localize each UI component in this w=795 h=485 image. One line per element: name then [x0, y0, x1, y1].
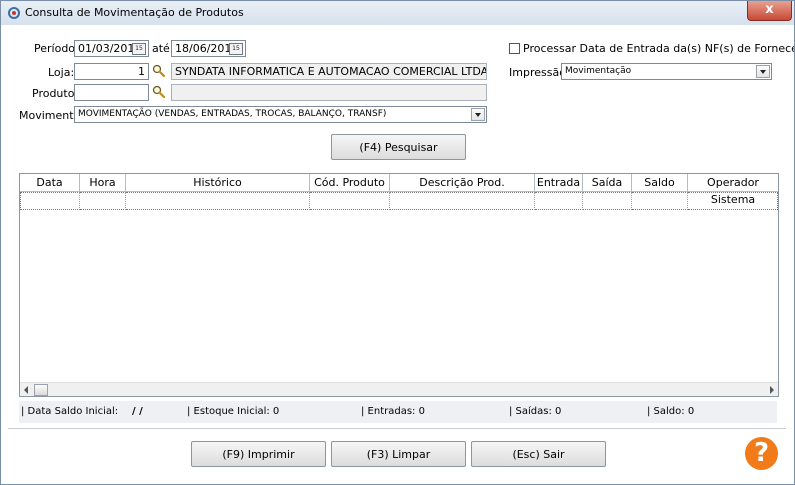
column-header[interactable]: Saída [583, 174, 632, 191]
search-icon[interactable] [152, 64, 166, 78]
imprimir-button[interactable]: (F9) Imprimir [191, 441, 326, 467]
window-title: Consulta de Movimentação de Produtos [25, 6, 244, 19]
table-row[interactable] [20, 192, 778, 210]
table-cell[interactable] [390, 192, 535, 210]
totals-bar: | Data Saldo Inicial: / / | Estoque Inic… [19, 401, 777, 423]
saldo-total: | Saldo: 0 [647, 406, 695, 417]
column-header[interactable]: Descrição Prod. [390, 174, 535, 191]
horizontal-scrollbar[interactable] [20, 382, 778, 396]
app-icon [8, 7, 20, 19]
ate-label: até [152, 42, 170, 55]
calendar-icon[interactable]: 15 [229, 43, 243, 55]
loja-name-field: SYNDATA INFORMATICA E AUTOMACAO COMERCIA… [171, 63, 487, 80]
main-window: Consulta de Movimentação de Produtos x P… [0, 0, 795, 485]
table-cell[interactable] [20, 192, 80, 210]
table-cell[interactable] [310, 192, 390, 210]
periodo-label: Período: [34, 42, 79, 55]
column-header[interactable]: Histórico [126, 174, 310, 191]
divider [8, 428, 786, 429]
scroll-left-icon[interactable] [24, 386, 28, 394]
search-icon[interactable] [152, 85, 166, 99]
column-header[interactable]: Data [20, 174, 80, 191]
processar-checkbox[interactable] [509, 43, 520, 54]
estoque-inicial: | Estoque Inicial: 0 [187, 406, 280, 417]
produto-label: Produto: [32, 87, 79, 100]
produto-code-field[interactable] [74, 84, 149, 101]
table-cell[interactable] [632, 192, 688, 210]
column-header[interactable]: Saldo [632, 174, 688, 191]
help-icon[interactable]: ? [745, 437, 778, 470]
table-cell[interactable] [535, 192, 583, 210]
title-bar: Consulta de Movimentação de Produtos x [1, 1, 794, 25]
impressao-select[interactable]: Movimentação [561, 63, 772, 80]
pesquisar-button[interactable]: (F4) Pesquisar [331, 134, 466, 160]
column-header[interactable]: Operador Sistema [688, 174, 778, 206]
results-grid[interactable]: Data Hora Histórico Cód. Produto Descriç… [19, 173, 779, 397]
periodo-end-field[interactable]: 18/06/2018 15 [171, 40, 246, 57]
column-header[interactable]: Cód. Produto [310, 174, 390, 191]
close-button[interactable]: x [747, 1, 792, 21]
loja-label: Loja: [48, 66, 75, 79]
produto-name-field [171, 84, 487, 101]
processar-label: Processar Data de Entrada da(s) NF(s) de… [523, 42, 795, 55]
column-header[interactable]: Entrada [535, 174, 583, 191]
movimento-select[interactable]: MOVIMENTAÇÃO (VENDAS, ENTRADAS, TROCAS, … [74, 106, 487, 123]
impressao-selected: Movimentação [565, 66, 632, 76]
data-saldo-inicial-label: | Data Saldo Inicial: [21, 406, 119, 417]
saidas-total: | Saídas: 0 [509, 406, 562, 417]
table-cell[interactable] [80, 192, 126, 210]
scroll-right-icon[interactable] [770, 386, 774, 394]
entradas-total: | Entradas: 0 [361, 406, 425, 417]
data-saldo-inicial-value: / / [132, 406, 143, 417]
chevron-down-icon[interactable] [471, 108, 485, 121]
movimento-selected: MOVIMENTAÇÃO (VENDAS, ENTRADAS, TROCAS, … [78, 109, 387, 119]
sair-button[interactable]: (Esc) Sair [471, 441, 606, 467]
periodo-start-field[interactable]: 01/03/2018 15 [74, 40, 149, 57]
column-header[interactable]: Hora [80, 174, 126, 191]
chevron-down-icon[interactable] [756, 65, 770, 78]
loja-code-field[interactable]: 1 [74, 63, 149, 80]
grid-header: Data Hora Histórico Cód. Produto Descriç… [20, 174, 778, 206]
limpar-button[interactable]: (F3) Limpar [331, 441, 466, 467]
table-cell[interactable] [126, 192, 310, 210]
scroll-thumb[interactable] [34, 384, 48, 396]
form-area: Período: 01/03/2018 15 até 18/06/2018 15… [8, 29, 794, 476]
table-cell[interactable] [583, 192, 632, 210]
calendar-icon[interactable]: 15 [132, 43, 146, 55]
table-cell[interactable] [688, 192, 778, 210]
